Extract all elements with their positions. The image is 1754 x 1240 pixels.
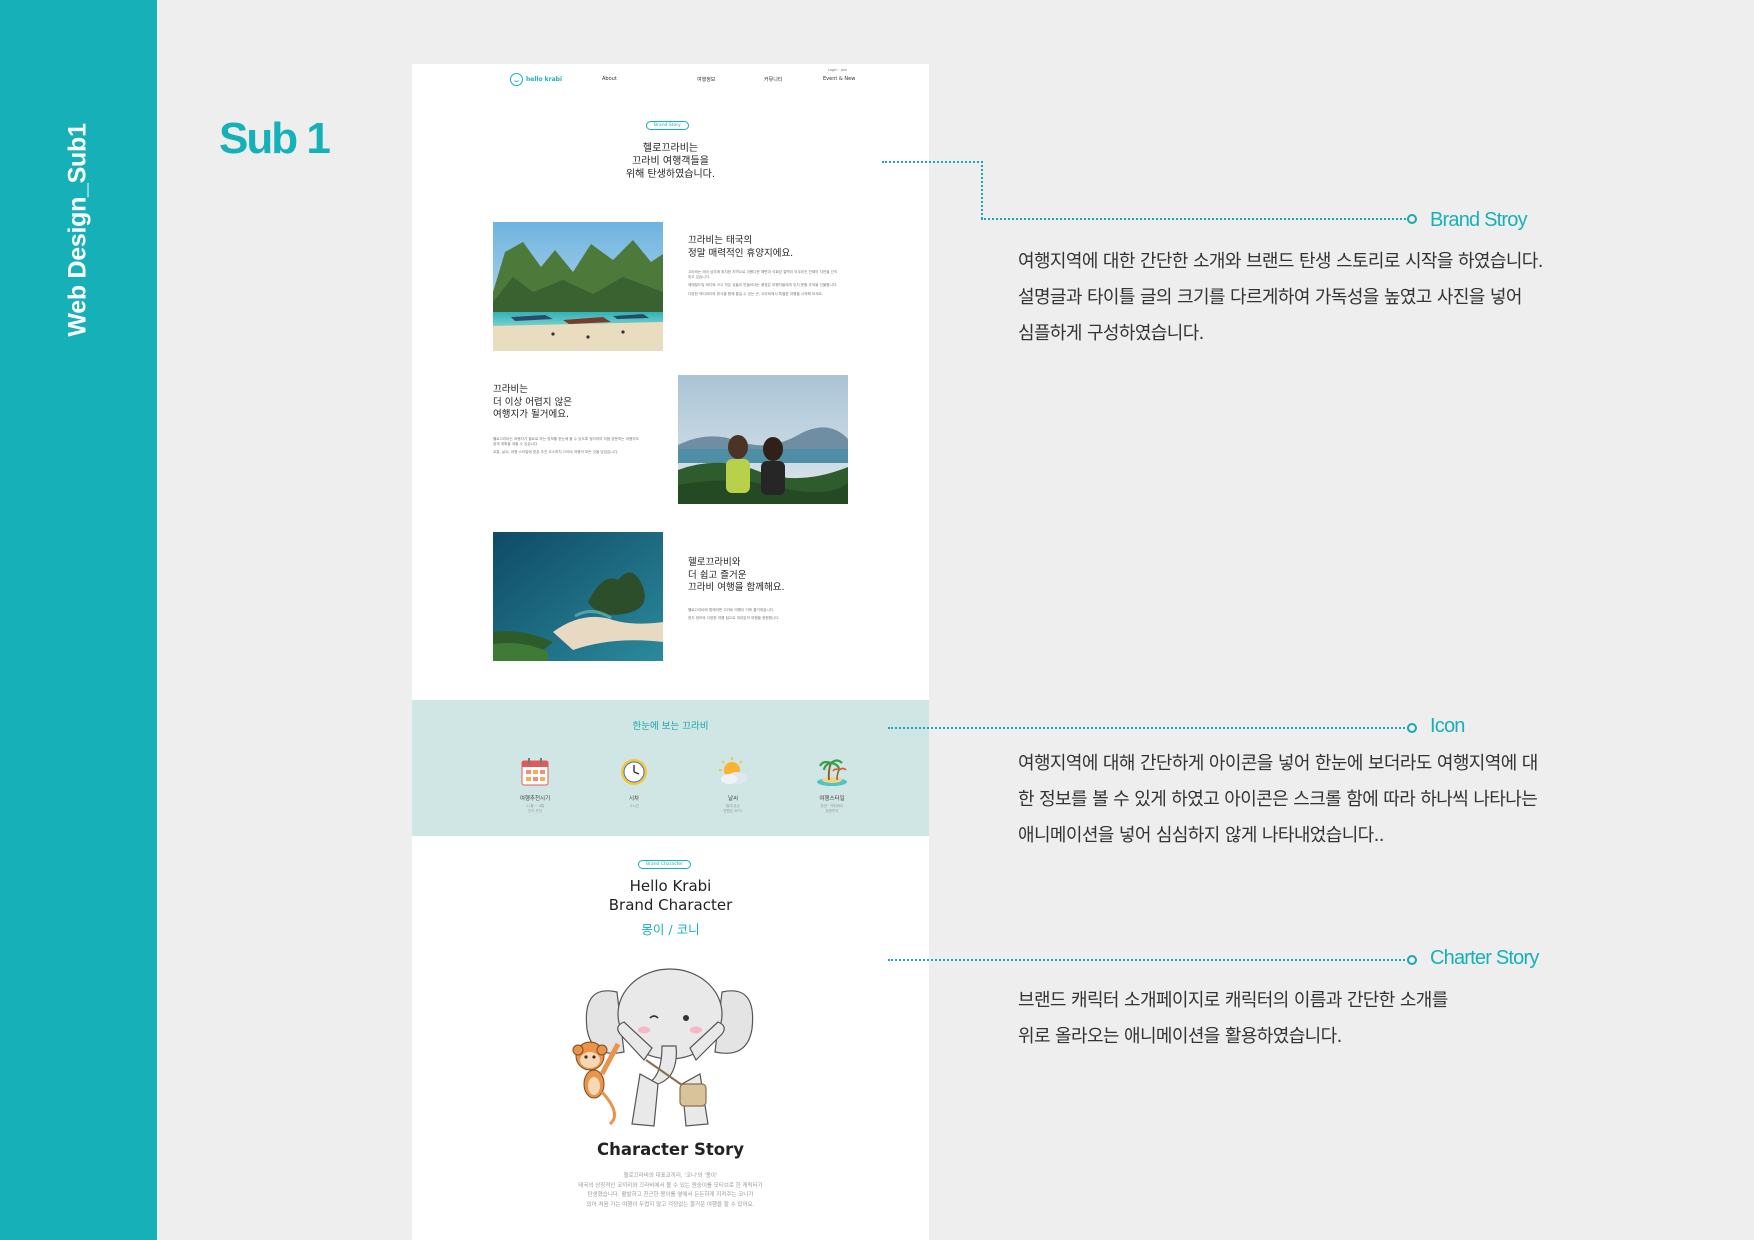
character-story-annotation-title: Charter Story [1430, 947, 1539, 969]
icon-band-title: 한눈에 보는 끄라비 [632, 721, 709, 732]
nav-login-join[interactable]: Login · Join [828, 68, 847, 72]
icon-band: 한눈에 보는 끄라비 여행추천시기 11월 ~ 4월 건기 추천 시차 -2시간… [412, 700, 929, 836]
brand-story-leader-line [882, 161, 983, 163]
character-story-body: 헬로끄라비의 대표코끼리, '코니'와 '몽이' 태국의 상징적인 코끼리와 끄… [552, 1172, 789, 1210]
icon-desc-line: 호핑투어 [825, 809, 839, 813]
mockup-nav: hello krabi About 여행정보 커뮤니티 Event & New … [412, 64, 929, 94]
brand-character-pill: Brand Character [638, 860, 692, 869]
travelers-viewpoint-photo [678, 375, 848, 504]
icon-annotation-body: 여행지역에 대해 간단하게 아이콘을 넣어 한눈에 보더라도 여행지역에 대 한… [1018, 746, 1538, 854]
annotation-line: 한 정보를 볼 수 있게 하였고 아이콘은 스크롤 함에 따라 하나씩 나타나는 [1018, 789, 1538, 810]
block-3-heading-line: 끄라비 여행을 함께해요. [688, 582, 785, 593]
icon-desc-line: 건기 추천 [528, 809, 542, 813]
character-illustration [562, 964, 782, 1138]
island-aerial-photo [493, 532, 663, 661]
annotation-line: 여행지역에 대한 간단한 소개와 브랜드 탄생 스토리로 시작을 하였습니다. [1018, 251, 1544, 272]
icon-label: 시차 [628, 796, 640, 802]
vertical-section-title: Web Design_Sub1 [63, 123, 92, 337]
character-story-line: 탄생했습니다. 활발하고 친근한 몽이를 옆에서 든든하게 지켜주는 코니가 [587, 1192, 754, 1198]
icon-desc: 열대 몬순 연평균 28°C [693, 804, 773, 814]
nav-item-travel-info[interactable]: 여행정보 [697, 76, 715, 83]
block-1-heading-line: 정말 매력적인 휴양지에요. [688, 247, 794, 259]
website-mockup: hello krabi About 여행정보 커뮤니티 Event & New … [412, 64, 929, 1240]
icon-marker-icon [1407, 723, 1417, 733]
annotation-line: 위로 올라오는 애니메이션을 활용하였습니다. [1018, 1026, 1342, 1047]
icon-desc: 11월 ~ 4월 건기 추천 [495, 804, 575, 814]
brand-story-pill: Brand Story [646, 121, 689, 130]
character-story-leader-line [888, 959, 1409, 961]
block-2-paragraph: 헬로끄라비는 여행자가 필요로 하는 정보를 한눈에 볼 수 있도록 정리하여 … [493, 437, 639, 447]
character-story-line: 있어 처음 가는 여행이 두렵지 않고 걱정없는 즐거운 여행을 할 수 있어요… [586, 1201, 755, 1208]
nav-item-event-news[interactable]: Event & New [823, 76, 855, 82]
brand-story-annotation-title: Brand Stroy [1430, 209, 1528, 231]
brand-story-leader-line [981, 218, 1409, 220]
icon-desc: -2시간 [594, 804, 674, 809]
brand-story-title-line: 끄라비 여행객들을 [632, 156, 709, 167]
icon-desc-line: 연평균 28°C [723, 809, 743, 813]
block-3-paragraph: 현지 정보와 다양한 여행 팁으로 여러분의 여행을 응원합니다. [688, 616, 780, 621]
logo[interactable]: hello krabi [510, 73, 562, 86]
beach-longtail-boats-photo [493, 222, 663, 351]
block-2-heading-line: 더 이상 어렵지 않은 [493, 396, 572, 408]
annotation-line: 설명글과 타이틀 글의 크기를 다르게하여 가독성을 높였고 사진을 넣어 [1018, 287, 1522, 308]
clock-icon [617, 755, 651, 789]
annotation-line: 여행지역에 대해 간단하게 아이콘을 넣어 한눈에 보더라도 여행지역에 대 [1018, 753, 1538, 774]
block-2-heading: 끄라비는 더 이상 어렵지 않은 여행지가 될거에요. [493, 384, 572, 422]
weather-icon [716, 755, 750, 789]
block-1-paragraph: 끄라비는 태국 남부에 위치한 지역으로 아름다운 해변과 석회암 절벽이 어우… [688, 270, 838, 280]
logo-text: hello krabi [526, 76, 563, 83]
block-3-paragraph: 헬로끄라비와 함께라면 끄라비 여행이 더욱 즐거워집니다. [688, 608, 775, 612]
block-1-heading: 끄라비는 태국의 정말 매력적인 휴양지에요. [688, 235, 793, 260]
character-story-annotation-body: 브랜드 캐릭터 소개페이지로 캐릭터의 이름과 간단한 소개를 위로 올라오는 … [1018, 983, 1448, 1055]
character-story-title: Character Story [596, 1140, 744, 1159]
calendar-icon [518, 755, 552, 789]
block-1-body: 끄라비는 태국 남부에 위치한 지역으로 아름다운 해변과 석회암 절벽이 어우… [688, 270, 838, 300]
block-2-body: 헬로끄라비는 여행자가 필요로 하는 정보를 한눈에 볼 수 있도록 정리하여 … [493, 437, 643, 459]
block-2-heading-line: 끄라비는 [493, 384, 528, 395]
annotation-line: 애니메이션을 넣어 심심하지 않게 나타내었습니다.. [1018, 825, 1384, 846]
icon-cell-best-season: 여행추천시기 11월 ~ 4월 건기 추천 [495, 755, 575, 814]
brand-story-leader-line [981, 161, 983, 219]
block-2-paragraph: 교통, 날씨, 여행 스타일에 맞춘 추천 코스까지 끄라비 여행의 모든 것을… [493, 450, 619, 455]
island-icon [815, 755, 849, 789]
block-1-heading-line: 끄라비는 태국의 [688, 235, 753, 246]
brand-story-title-line: 위해 탄생하였습니다. [625, 169, 716, 180]
character-story-line: 태국의 상징적인 코끼리와 끄라비에서 볼 수 있는 원숭이를 모티브로 한 캐… [578, 1182, 763, 1189]
block-2-heading-line: 여행지가 될거에요. [493, 409, 569, 420]
character-story-line: 헬로끄라비의 대표코끼리, '코니'와 '몽이' [623, 1173, 718, 1179]
monkey-icon [572, 1041, 621, 1126]
brand-character-title: Hello Krabi Brand Character [412, 877, 929, 915]
brand-character-title-line: Brand Character [608, 896, 733, 914]
block-3-body: 헬로끄라비와 함께라면 끄라비 여행이 더욱 즐거워집니다. 현지 정보와 다양… [688, 608, 838, 624]
icon-cell-travel-style: 여행스타일 휴양 · 액티비티 호핑투어 [792, 755, 872, 814]
character-story-marker-icon [1407, 955, 1417, 965]
icon-label: 여행스타일 [819, 796, 845, 802]
icon-label: 여행추천시기 [519, 796, 551, 802]
logo-smile-icon [510, 73, 523, 86]
block-3-heading-line: 더 쉽고 즐거운 [688, 569, 747, 581]
icon-desc-line: -2시간 [629, 804, 639, 808]
icon-cell-weather: 날씨 열대 몬순 연평균 28°C [693, 755, 773, 814]
brand-story-marker-icon [1407, 214, 1417, 224]
block-3-heading-line: 헬로끄라비와 [688, 557, 741, 568]
brand-story-title-line: 헬로끄라비는 [642, 143, 699, 154]
annotation-line: 심플하게 구성하였습니다. [1018, 323, 1204, 344]
icon-leader-line [888, 727, 1409, 729]
nav-item-community[interactable]: 커뮤니티 [764, 76, 782, 83]
page-heading: Sub 1 [219, 114, 331, 163]
brand-character-title-line: Hello Krabi [629, 877, 712, 895]
icon-label: 날씨 [727, 796, 739, 802]
brand-story-title: 헬로끄라비는 끄라비 여행객들을 위해 탄생하였습니다. [412, 142, 929, 181]
icon-annotation-title: Icon [1430, 715, 1465, 737]
character-names: 몽이 / 코니 [641, 922, 700, 937]
brand-story-annotation-body: 여행지역에 대한 간단한 소개와 브랜드 탄생 스토리로 시작을 하였습니다. … [1018, 244, 1544, 352]
annotation-line: 브랜드 캐릭터 소개페이지로 캐릭터의 이름과 간단한 소개를 [1018, 990, 1448, 1011]
icon-cell-time-difference: 시차 -2시간 [594, 755, 674, 809]
block-1-paragraph: 에메랄드빛 바다와 크고 작은 섬들이 만들어내는 풍경은 여행자들에게 잊지 … [688, 283, 838, 288]
block-1-paragraph: 다양한 액티비티와 휴식을 함께 즐길 수 있는 곳, 끄라비에서 특별한 여행… [688, 291, 824, 296]
block-3-heading: 헬로끄라비와 더 쉽고 즐거운 끄라비 여행을 함께해요. [688, 557, 784, 595]
icon-desc: 휴양 · 액티비티 호핑투어 [792, 804, 872, 814]
nav-item-about[interactable]: About [602, 76, 617, 82]
